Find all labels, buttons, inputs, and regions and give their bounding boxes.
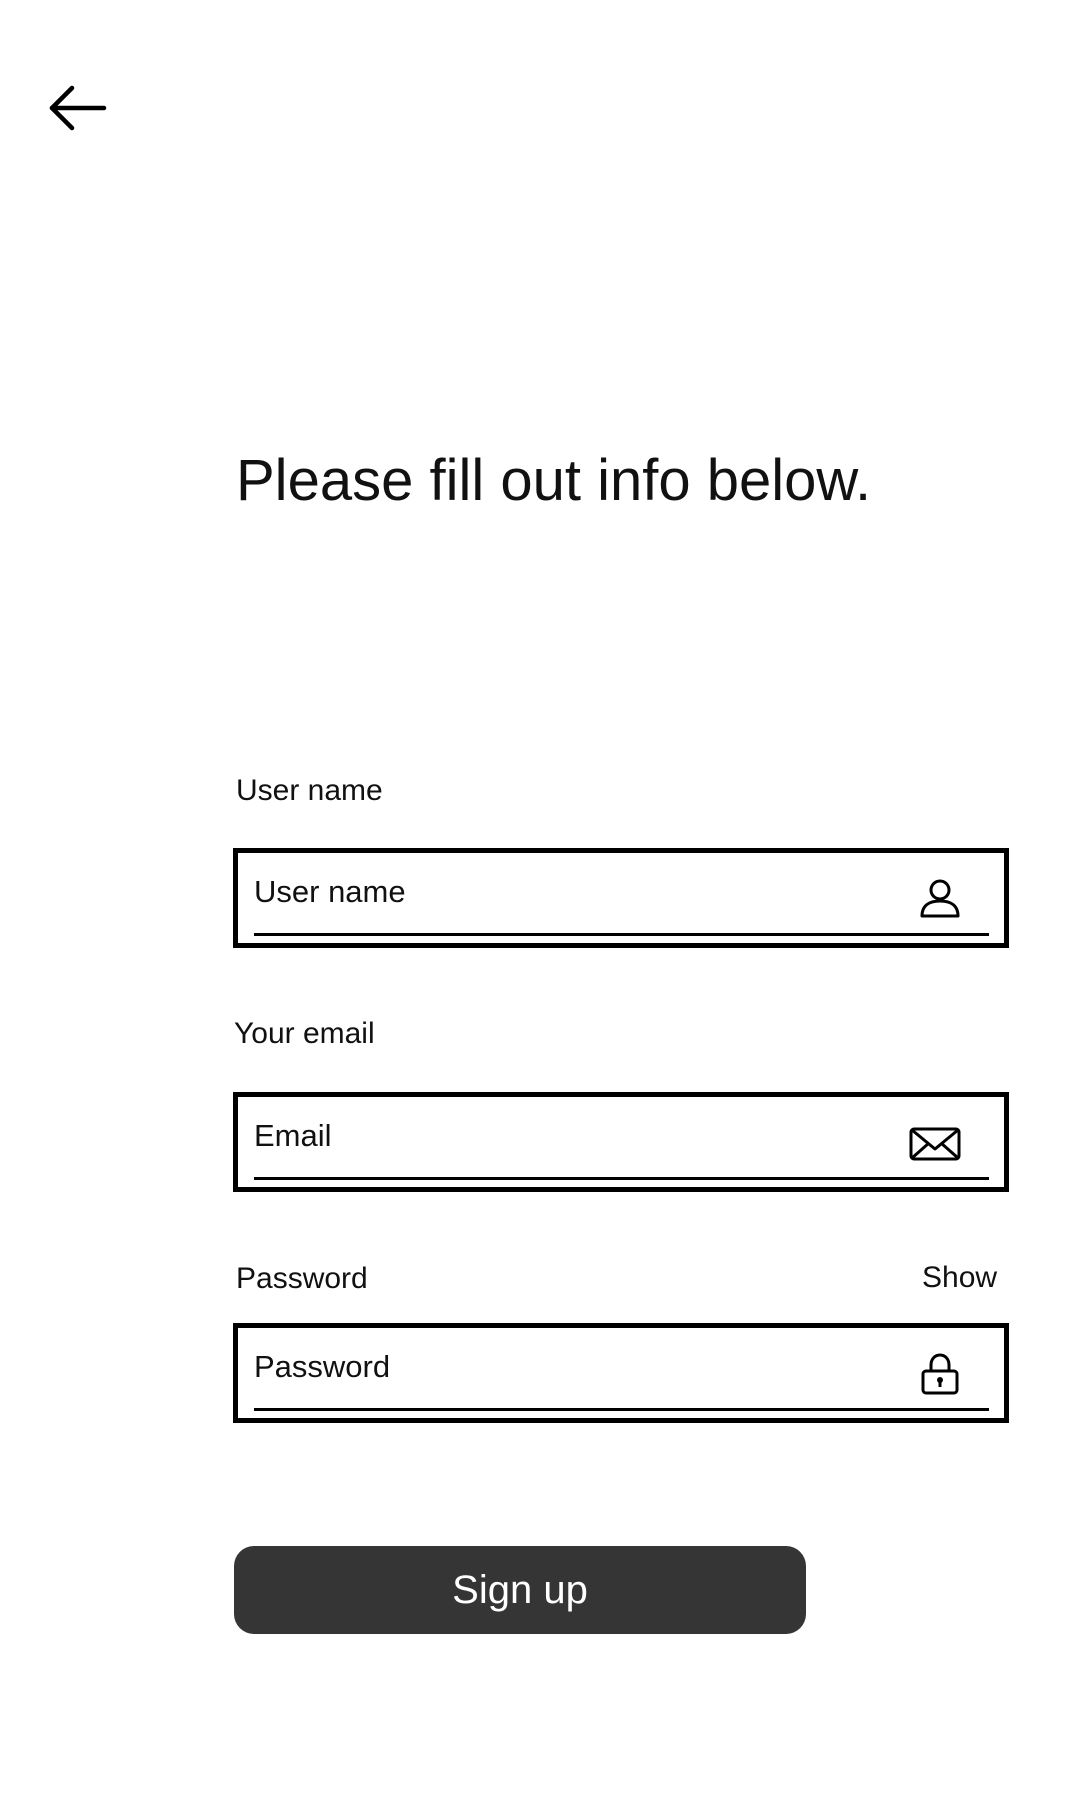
sign-up-button[interactable]: Sign up xyxy=(234,1546,806,1634)
username-underline xyxy=(254,933,989,936)
username-field[interactable] xyxy=(233,848,1009,948)
lock-icon xyxy=(921,1353,959,1395)
show-password-toggle[interactable]: Show xyxy=(922,1263,997,1293)
page-title: Please fill out info below. xyxy=(236,448,872,513)
email-field[interactable] xyxy=(233,1092,1009,1192)
password-underline xyxy=(254,1408,989,1411)
email-input[interactable] xyxy=(254,1111,894,1161)
user-icon xyxy=(920,879,960,918)
arrow-left-icon xyxy=(49,85,107,131)
username-label: User name xyxy=(236,774,383,807)
username-input[interactable] xyxy=(254,867,894,917)
back-button[interactable] xyxy=(42,78,112,138)
password-input[interactable] xyxy=(254,1342,894,1392)
email-underline xyxy=(254,1177,989,1180)
password-label: Password xyxy=(236,1262,368,1295)
password-field[interactable] xyxy=(233,1323,1009,1423)
envelope-icon xyxy=(909,1127,961,1161)
email-label: Your email xyxy=(234,1017,375,1050)
